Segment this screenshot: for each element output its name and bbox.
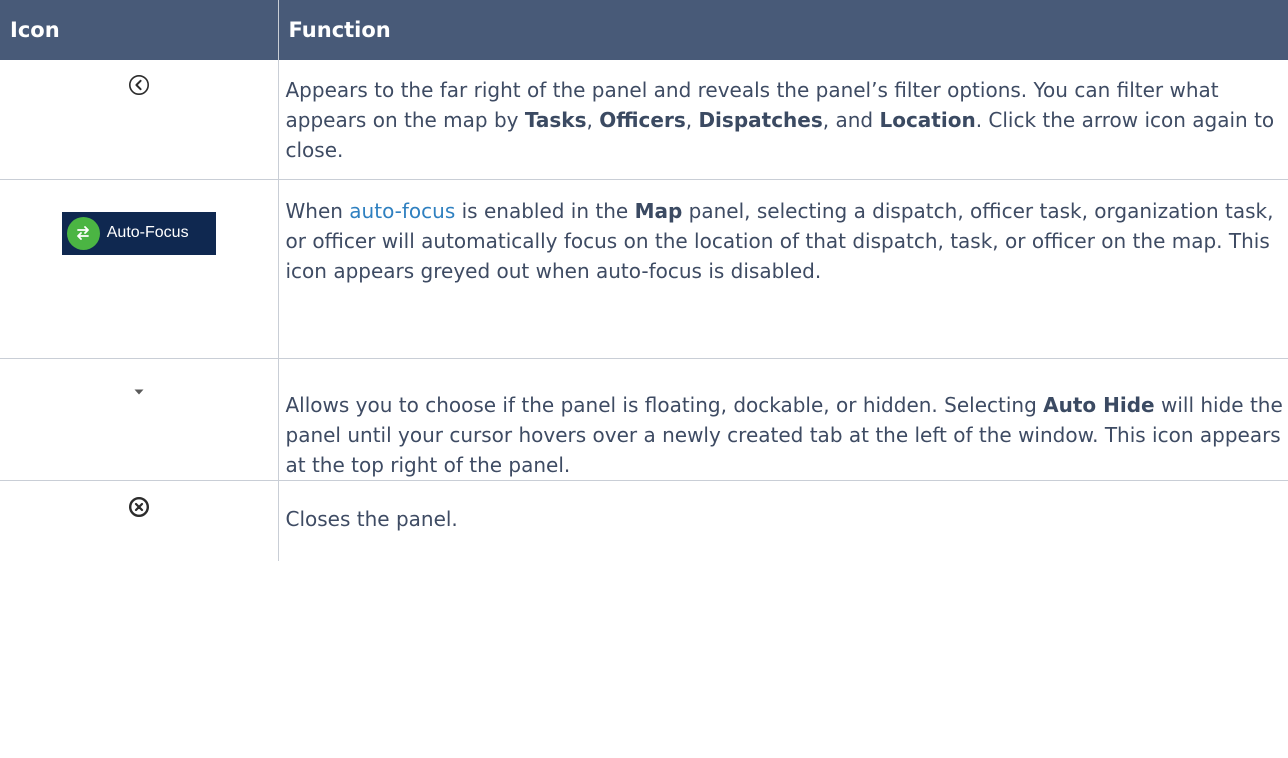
filter-location: Location [879,108,976,132]
filter-dispatches: Dispatches [698,108,823,132]
table-row: Allows you to choose if the panel is flo… [0,358,1288,481]
swap-arrows-icon [66,216,100,250]
auto-focus-icon: Auto-Focus [61,211,216,255]
function-cell: Appears to the far right of the panel an… [278,60,1288,180]
function-cell: When auto-focus is enabled in the Map pa… [278,179,1288,359]
map-panel-label: Map [634,198,683,223]
auto-focus-link[interactable]: auto-focus [349,199,455,223]
icon-cell [0,480,279,561]
function-description: Closes the panel. [285,506,458,531]
auto-focus-label: Auto-Focus [106,224,189,241]
function-description: Allows you to choose if the panel is flo… [285,392,1283,477]
dropdown-arrow-icon [133,381,145,400]
function-cell: Allows you to choose if the panel is flo… [278,358,1288,481]
auto-hide-label: Auto Hide [1043,392,1155,417]
filter-tasks: Tasks [524,108,587,132]
chevron-left-circle-icon [128,74,150,100]
icon-cell: Auto-Focus [0,179,279,359]
function-cell: Closes the panel. [278,480,1288,561]
icon-cell [0,358,279,481]
header-icon: Icon [0,0,279,60]
icon-cell [0,60,279,180]
close-circle-icon [128,496,150,522]
table-row: Auto-Focus When auto-focus is enabled in… [0,179,1288,359]
icon-function-table: Icon Function Appears to the far right o… [0,0,1288,561]
filter-officers: Officers [599,108,686,132]
function-description: Appears to the far right of the panel an… [285,78,1275,162]
header-function: Function [278,0,1288,60]
table-header-row: Icon Function [0,0,1288,60]
table-row: Appears to the far right of the panel an… [0,60,1288,180]
function-description: When auto-focus is enabled in the Map pa… [285,198,1274,283]
table-row: Closes the panel. [0,480,1288,561]
